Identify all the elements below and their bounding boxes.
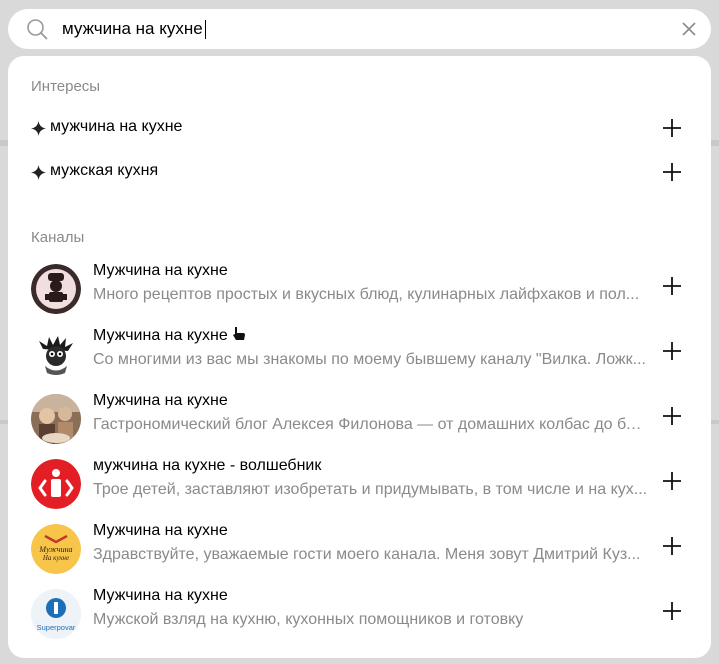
interest-item[interactable]: мужчина на кухне <box>8 106 711 150</box>
channel-avatar <box>31 459 81 509</box>
channel-avatar <box>31 264 81 314</box>
interest-item[interactable]: мужская кухня <box>8 150 711 194</box>
close-icon[interactable] <box>681 21 697 37</box>
channel-avatar <box>31 394 81 444</box>
subscribe-button[interactable] <box>662 341 682 361</box>
sparkle-icon <box>31 165 46 180</box>
channel-item[interactable]: Superpovar Мужчина на кухне Мужской взля… <box>8 585 711 647</box>
add-interest-button[interactable] <box>662 162 682 182</box>
search-bar[interactable] <box>8 9 711 49</box>
channel-name: Мужчина на кухне <box>93 327 246 345</box>
channel-item[interactable]: Мужчина на кухне Со многими из вас мы зн… <box>8 325 711 387</box>
channel-avatar <box>31 329 81 379</box>
channels-section-title: Каналы <box>31 229 85 246</box>
channel-name: Мужчина на кухне <box>93 262 228 279</box>
channel-name: Мужчина на кухне <box>93 587 228 604</box>
text-caret <box>205 20 206 39</box>
channel-name: Мужчина на кухне <box>93 392 228 409</box>
add-interest-button[interactable] <box>662 118 682 138</box>
channel-item[interactable]: Мужчина На кухне Мужчина на кухне Здравс… <box>8 520 711 582</box>
channel-description: Гастрономический блог Алексея Филонова —… <box>93 416 648 433</box>
channel-name: Мужчина на кухне <box>93 522 228 539</box>
interest-label: мужчина на кухне <box>50 118 183 135</box>
svg-text:На кухне: На кухне <box>42 554 69 562</box>
interest-label: мужская кухня <box>50 162 159 179</box>
channel-description: Со многими из вас мы знакомы по моему бы… <box>93 351 646 368</box>
subscribe-button[interactable] <box>662 276 682 296</box>
channel-avatar: Superpovar <box>31 589 81 639</box>
subscribe-button[interactable] <box>662 471 682 491</box>
channel-description: Трое детей, заставляют изобретать и прид… <box>93 481 648 498</box>
subscribe-button[interactable] <box>662 601 682 621</box>
channel-description: Мужской взляд на кухню, кухонных помощни… <box>93 611 524 628</box>
channel-name: мужчина на кухне - волшебник <box>93 457 322 474</box>
svg-text:Superpovar: Superpovar <box>37 623 76 632</box>
interests-section-title: Интересы <box>31 78 101 95</box>
channel-description: Много рецептов простых и вкусных блюд, к… <box>93 286 640 303</box>
subscribe-button[interactable] <box>662 406 682 426</box>
subscribe-button[interactable] <box>662 536 682 556</box>
channel-item[interactable]: мужчина на кухне - волшебник Трое детей,… <box>8 455 711 517</box>
search-suggestions-panel: Интересы мужчина на кухне мужская кухня … <box>8 56 711 658</box>
channel-description: Здравствуйте, уважаемые гости моего кана… <box>93 546 641 563</box>
pointing-hand-icon <box>233 327 246 340</box>
search-icon <box>27 19 48 40</box>
search-input[interactable] <box>62 16 662 42</box>
channel-avatar: Мужчина На кухне <box>31 524 81 574</box>
channel-item[interactable]: Мужчина на кухне Много рецептов простых … <box>8 260 711 322</box>
svg-text:Мужчина: Мужчина <box>38 545 72 554</box>
sparkle-icon <box>31 121 46 136</box>
channel-item[interactable]: Мужчина на кухне Гастрономический блог А… <box>8 390 711 452</box>
